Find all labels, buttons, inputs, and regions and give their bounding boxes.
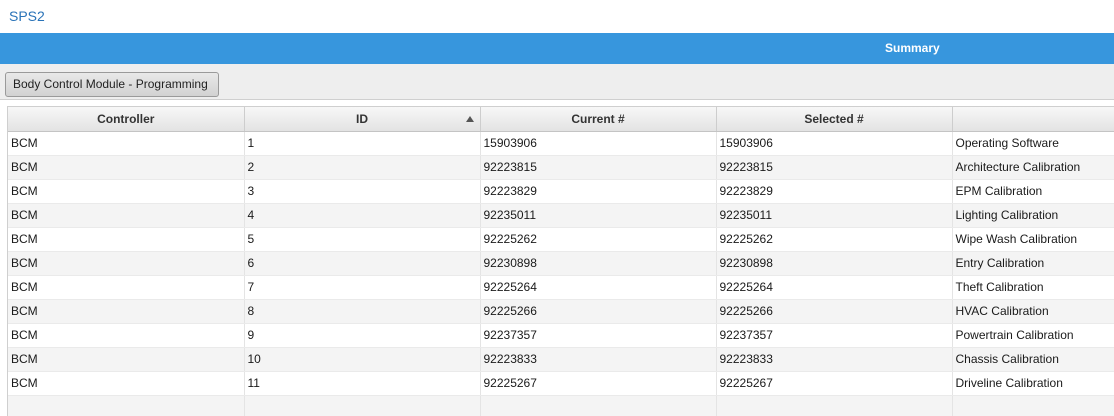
- cell-selected: 92237357: [716, 323, 953, 348]
- cell-current: 92223833: [480, 347, 717, 372]
- cell-current: 92225267: [480, 371, 717, 396]
- empty-cell: [480, 395, 717, 416]
- cell-id: 1: [244, 131, 481, 156]
- table-row[interactable]: BCM 6 92230898 92230898 Entry Calibration: [8, 251, 1114, 276]
- cell-description: Chassis Calibration: [952, 347, 1114, 372]
- sort-ascending-icon: [465, 116, 474, 122]
- cell-description: Operating Software: [952, 131, 1114, 156]
- cell-description: HVAC Calibration: [952, 299, 1114, 324]
- cell-controller: BCM: [8, 179, 245, 204]
- empty-cell: [8, 395, 245, 416]
- column-header-current[interactable]: Current #: [480, 107, 717, 132]
- column-header-selected[interactable]: Selected #: [716, 107, 953, 132]
- cell-current: 92225262: [480, 227, 717, 252]
- empty-cell: [716, 395, 953, 416]
- cell-id: 8: [244, 299, 481, 324]
- cell-controller: BCM: [8, 203, 245, 228]
- table-header-row: Controller ID Current # Selected #: [8, 107, 1114, 132]
- table-row[interactable]: BCM 5 92225262 92225262 Wipe Wash Calibratio…: [8, 227, 1114, 252]
- summary-banner: Summary: [0, 33, 1114, 64]
- banner-title: Summary: [885, 41, 940, 55]
- cell-description: Wipe Wash Calibration: [952, 227, 1114, 252]
- cell-selected: 92223829: [716, 179, 953, 204]
- cell-controller: BCM: [8, 131, 245, 156]
- cell-description: EPM Calibration: [952, 179, 1114, 204]
- cell-selected: 92225264: [716, 275, 953, 300]
- cell-id: 7: [244, 275, 481, 300]
- cell-controller: BCM: [8, 227, 245, 252]
- cell-current: 92225266: [480, 299, 717, 324]
- table-row[interactable]: BCM 10 92223833 92223833 Chassis Calibration: [8, 347, 1114, 372]
- cell-selected: 92230898: [716, 251, 953, 276]
- cell-controller: BCM: [8, 155, 245, 180]
- app-title: SPS2: [9, 8, 45, 24]
- cell-current: 92225264: [480, 275, 717, 300]
- cell-id: 5: [244, 227, 481, 252]
- cell-description: Architecture Calibration: [952, 155, 1114, 180]
- column-header-controller[interactable]: Controller: [8, 107, 245, 132]
- cell-selected: 92235011: [716, 203, 953, 228]
- cell-current: 92237357: [480, 323, 717, 348]
- table-row[interactable]: BCM 8 92225266 92225266 HVAC Calibration: [8, 299, 1114, 324]
- cell-current: 92223815: [480, 155, 717, 180]
- cell-id: 2: [244, 155, 481, 180]
- cell-description: Entry Calibration: [952, 251, 1114, 276]
- cell-id: 10: [244, 347, 481, 372]
- cell-current: 15903906: [480, 131, 717, 156]
- cell-selected: 92225262: [716, 227, 953, 252]
- cell-current: 92230898: [480, 251, 717, 276]
- cell-description: Lighting Calibration: [952, 203, 1114, 228]
- empty-cell: [244, 395, 481, 416]
- table-row[interactable]: BCM 7 92225264 92225264 Theft Calibration: [8, 275, 1114, 300]
- table-row[interactable]: BCM 4 92235011 92235011 Lighting Calibration: [8, 203, 1114, 228]
- empty-row: [8, 395, 1114, 416]
- cell-controller: BCM: [8, 347, 245, 372]
- cell-current: 92235011: [480, 203, 717, 228]
- cell-controller: BCM: [8, 251, 245, 276]
- summary-table: Controller ID Current # Selected # BCM 1 1…: [7, 106, 1114, 416]
- table-row[interactable]: BCM 3 92223829 92223829 EPM Calibration: [8, 179, 1114, 204]
- cell-selected: 92225267: [716, 371, 953, 396]
- cell-selected: 92225266: [716, 299, 953, 324]
- cell-controller: BCM: [8, 371, 245, 396]
- cell-selected: 92223833: [716, 347, 953, 372]
- table-row[interactable]: BCM 9 92237357 92237357 Powertrain Calibrati…: [8, 323, 1114, 348]
- cell-controller: BCM: [8, 299, 245, 324]
- table-row[interactable]: BCM 11 92225267 92225267 Driveline Calibrati…: [8, 371, 1114, 396]
- cell-controller: BCM: [8, 323, 245, 348]
- cell-selected: 15903906: [716, 131, 953, 156]
- cell-id: 6: [244, 251, 481, 276]
- cell-controller: BCM: [8, 275, 245, 300]
- cell-description: Theft Calibration: [952, 275, 1114, 300]
- cell-id: 4: [244, 203, 481, 228]
- module-programming-button[interactable]: Body Control Module - Programming: [5, 72, 219, 97]
- cell-description: Driveline Calibration: [952, 371, 1114, 396]
- column-header-id-label: ID: [356, 111, 368, 126]
- cell-id: 3: [244, 179, 481, 204]
- cell-description: Powertrain Calibration: [952, 323, 1114, 348]
- column-header-id[interactable]: ID: [244, 107, 481, 132]
- cell-selected: 92223815: [716, 155, 953, 180]
- empty-cell: [952, 395, 1114, 416]
- cell-current: 92223829: [480, 179, 717, 204]
- cell-id: 9: [244, 323, 481, 348]
- column-header-description[interactable]: [952, 107, 1114, 132]
- table-row[interactable]: BCM 2 92223815 92223815 Architecture Calibra…: [8, 155, 1114, 180]
- cell-id: 11: [244, 371, 481, 396]
- toolbar: Body Control Module - Programming: [0, 64, 1114, 100]
- table-row[interactable]: BCM 1 15903906 15903906 Operating Software: [8, 131, 1114, 156]
